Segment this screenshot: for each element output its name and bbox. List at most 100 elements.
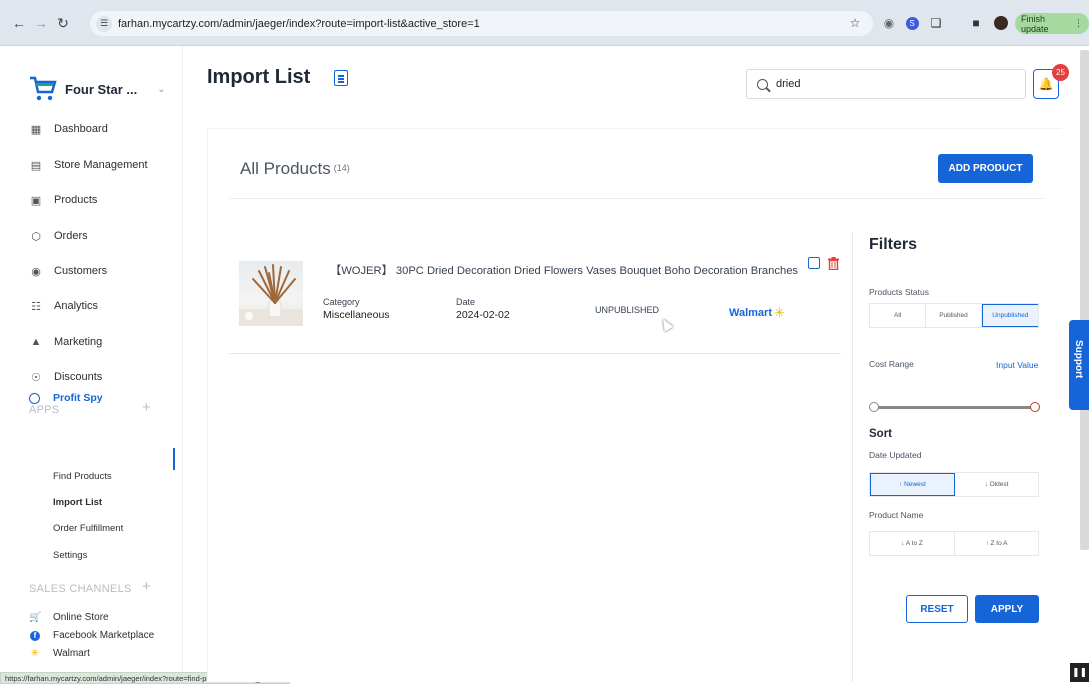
puzzle-icon[interactable]: ❏ bbox=[927, 14, 945, 32]
category-value: Miscellaneous bbox=[323, 309, 390, 321]
row-divider bbox=[229, 353, 841, 354]
sidepanel-icon[interactable]: ■ bbox=[967, 14, 985, 32]
sidebar-item-orders[interactable]: ⬡ Orders bbox=[29, 228, 87, 244]
filters-title: Filters bbox=[869, 236, 918, 253]
reload-icon[interactable]: ↻ bbox=[52, 12, 74, 34]
support-tab[interactable]: Support bbox=[1069, 320, 1089, 410]
sort-a-to-z-option[interactable]: ↓ A to Z bbox=[870, 532, 955, 555]
address-bar[interactable]: ☰ farhan.mycartzy.com/admin/jaeger/index… bbox=[90, 11, 873, 36]
search-input[interactable]: dried bbox=[746, 69, 1026, 99]
status-badge: UNPUBLISHED bbox=[595, 305, 660, 315]
profile-avatar-icon[interactable] bbox=[992, 14, 1010, 32]
active-indicator bbox=[173, 448, 175, 470]
sidebar-sub-import-list[interactable]: Import List bbox=[53, 497, 102, 508]
reset-button[interactable]: RESET bbox=[906, 595, 968, 623]
sort-newest-option[interactable]: ↑ Newest bbox=[870, 473, 955, 496]
notification-badge: 25 bbox=[1052, 64, 1069, 81]
add-channel-icon[interactable]: + bbox=[142, 578, 151, 595]
sidebar-item-dashboard[interactable]: ▦ Dashboard bbox=[29, 121, 108, 137]
sidebar-sub-find-products[interactable]: Find Products bbox=[53, 471, 112, 482]
dashboard-icon: ▦ bbox=[30, 123, 42, 136]
divider bbox=[230, 198, 1045, 199]
date-label: Date bbox=[456, 297, 476, 307]
status-segmented-control: All Published Unpublished bbox=[869, 303, 1039, 328]
channel-facebook[interactable]: f Facebook Marketplace bbox=[29, 630, 154, 641]
products-heading: All Products (14) bbox=[240, 159, 350, 178]
url-text: farhan.mycartzy.com/admin/jaeger/index?r… bbox=[118, 17, 480, 30]
sidebar-item-customers[interactable]: ◉ Customers bbox=[29, 263, 107, 279]
sort-oldest-option[interactable]: ↓ Oldest bbox=[955, 473, 1038, 496]
slider-max-handle[interactable] bbox=[1030, 402, 1040, 412]
slider-min-handle[interactable] bbox=[869, 402, 879, 412]
apps-section-title: APPS bbox=[29, 404, 60, 416]
store-cart-icon: 🛒 bbox=[29, 612, 42, 623]
back-icon[interactable]: ← bbox=[8, 12, 30, 34]
sidebar-sub-settings[interactable]: Settings bbox=[53, 550, 87, 561]
product-title[interactable]: 【WOJER】 30PC Dried Decoration Dried Flow… bbox=[330, 262, 798, 278]
store-switcher[interactable]: Four Star ... ⌄ bbox=[27, 74, 166, 104]
facebook-icon: f bbox=[29, 630, 41, 641]
sales-channels-title: SALES CHANNELS bbox=[29, 583, 132, 595]
trash-icon[interactable] bbox=[828, 257, 839, 270]
cost-range-slider[interactable] bbox=[873, 406, 1034, 409]
status-all-option[interactable]: All bbox=[870, 304, 927, 327]
profit-spy-icon bbox=[29, 392, 40, 404]
document-icon[interactable] bbox=[334, 70, 348, 86]
status-published-option[interactable]: Published bbox=[926, 304, 982, 327]
forward-icon[interactable]: → bbox=[30, 12, 52, 34]
page-title: Import List bbox=[207, 66, 311, 88]
sidebar-item-marketing[interactable]: ▲ Marketing bbox=[29, 334, 103, 350]
walmart-spark-icon: ✳ bbox=[774, 305, 785, 320]
product-name-label: Product Name bbox=[869, 510, 924, 520]
dried-flowers-image bbox=[239, 264, 303, 326]
walmart-logo: Walmart ✳ bbox=[729, 305, 785, 320]
channel-online-store[interactable]: 🛒 Online Store bbox=[29, 612, 109, 623]
status-unpublished-option[interactable]: Unpublished bbox=[981, 304, 1038, 327]
sidebar-item-products[interactable]: ▣ Products bbox=[29, 192, 98, 208]
name-sort-control: ↓ A to Z ↑ Z to A bbox=[869, 531, 1039, 556]
add-app-icon[interactable]: + bbox=[142, 399, 151, 416]
discounts-icon: ☉ bbox=[31, 371, 41, 384]
sidebar-item-store-management[interactable]: ▤ Store Management bbox=[29, 157, 148, 173]
add-product-button[interactable]: ADD PRODUCT bbox=[938, 154, 1033, 183]
apply-button[interactable]: APPLY bbox=[975, 595, 1039, 623]
store-icon: ▤ bbox=[30, 159, 42, 172]
products-count: (14) bbox=[333, 163, 350, 173]
filters-divider bbox=[852, 233, 853, 682]
sort-z-to-a-option[interactable]: ↑ Z to A bbox=[955, 532, 1038, 555]
cart-logo-icon bbox=[30, 76, 57, 101]
marketing-icon: ▲ bbox=[30, 336, 42, 348]
scrollbar[interactable] bbox=[1080, 50, 1089, 550]
input-value-link[interactable]: Input Value bbox=[996, 360, 1038, 370]
site-info-icon[interactable]: ☰ bbox=[96, 15, 112, 32]
chevron-down-icon: ⌄ bbox=[157, 83, 166, 95]
app-profit-spy[interactable]: Profit Spy bbox=[29, 392, 103, 404]
search-icon bbox=[757, 78, 768, 90]
store-name: Four Star ... bbox=[65, 81, 138, 97]
date-updated-label: Date Updated bbox=[869, 450, 922, 460]
products-status-label: Products Status bbox=[869, 287, 930, 297]
products-icon: ▣ bbox=[30, 194, 42, 207]
extension-s-icon[interactable]: S bbox=[903, 14, 921, 32]
walmart-spark-icon: ✳ bbox=[30, 648, 40, 659]
sidebar-item-analytics[interactable]: ☷ Analytics bbox=[29, 298, 98, 314]
browser-toolbar: ← → ↻ ☰ farhan.mycartzy.com/admin/jaeger… bbox=[0, 0, 1089, 46]
sidebar-item-discounts[interactable]: ☉ Discounts bbox=[29, 369, 102, 385]
cost-range-label: Cost Range bbox=[869, 359, 914, 369]
edit-icon[interactable] bbox=[808, 257, 820, 269]
date-value: 2024-02-02 bbox=[456, 309, 510, 321]
bell-icon: 🔔 bbox=[1038, 77, 1054, 91]
channel-walmart[interactable]: ✳ Walmart bbox=[29, 648, 90, 659]
sort-title: Sort bbox=[869, 428, 892, 440]
category-label: Category bbox=[323, 297, 360, 307]
sidebar-sub-order-fulfillment[interactable]: Order Fulfillment bbox=[53, 523, 123, 534]
orders-icon: ⬡ bbox=[31, 230, 41, 243]
pause-icon[interactable]: ❚❚ bbox=[1070, 663, 1089, 682]
product-thumbnail[interactable] bbox=[239, 261, 303, 326]
extension-icon[interactable]: ◉ bbox=[880, 14, 898, 32]
star-icon[interactable]: ☆ bbox=[846, 14, 864, 32]
finish-update-button[interactable]: Finish update ⋮ bbox=[1015, 13, 1089, 34]
date-sort-control: ↑ Newest ↓ Oldest bbox=[869, 472, 1039, 497]
customers-icon: ◉ bbox=[31, 265, 41, 278]
analytics-icon: ☷ bbox=[31, 300, 41, 313]
